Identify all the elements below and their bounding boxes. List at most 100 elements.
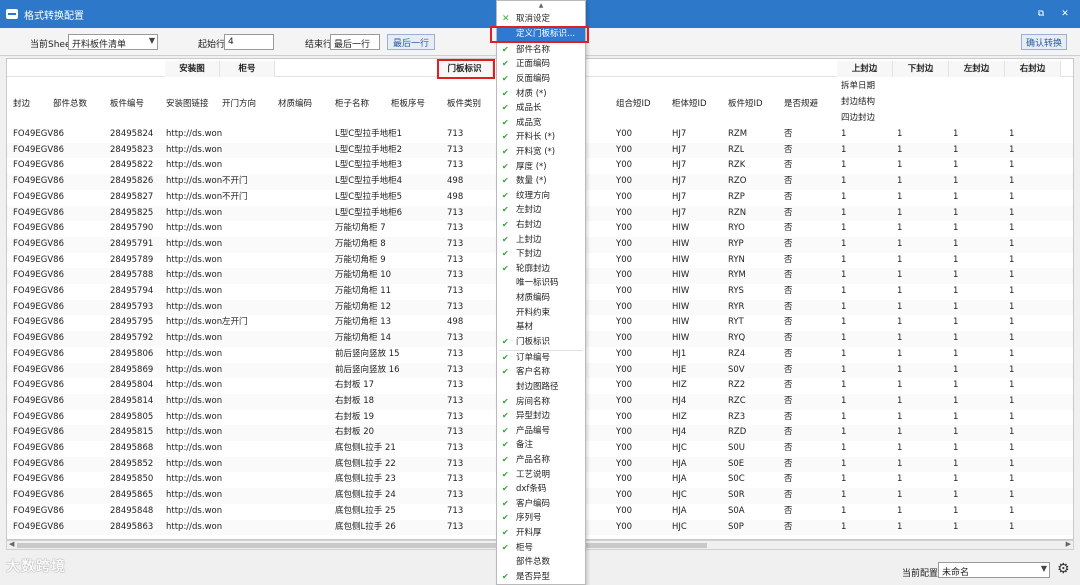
menu-item[interactable]: ✔ 开料长 (*) bbox=[497, 130, 585, 145]
cell-cabinet-id[interactable]: HJ7 bbox=[672, 158, 686, 174]
cell-edge[interactable]: FO49EGV86 bbox=[13, 331, 64, 347]
cell-avoid[interactable]: 否 bbox=[784, 221, 793, 237]
cell-avoid[interactable]: 否 bbox=[784, 315, 793, 331]
cell-bottom-edge[interactable]: 1 bbox=[897, 441, 902, 457]
menu-item[interactable]: 部件总数 bbox=[497, 555, 585, 570]
cell-avoid[interactable]: 否 bbox=[784, 331, 793, 347]
cell-left-edge[interactable]: 1 bbox=[953, 394, 958, 410]
cell-right-edge[interactable]: 1 bbox=[1009, 520, 1014, 536]
cell-top-edge[interactable]: 1 bbox=[841, 206, 846, 222]
cell-avoid[interactable]: 否 bbox=[784, 143, 793, 159]
cell-cabinet-name[interactable]: 万能切角柜 10 bbox=[335, 268, 391, 284]
cell-board-number[interactable]: 28495814 bbox=[110, 394, 153, 410]
cell-right-edge[interactable]: 1 bbox=[1009, 410, 1014, 426]
col-header-edge[interactable]: 封边 bbox=[13, 95, 30, 113]
cell-board-id[interactable]: RYT bbox=[728, 315, 744, 331]
cell-cabinet-id[interactable]: HJC bbox=[672, 441, 687, 457]
cell-cabinet-id[interactable]: HJ1 bbox=[672, 347, 686, 363]
cell-edge[interactable]: FO49EGV86 bbox=[13, 300, 64, 316]
cell-cabinet-name[interactable]: 底包侧L拉手 21 bbox=[335, 441, 396, 457]
cell-combo-id[interactable]: Y00 bbox=[616, 378, 632, 394]
cell-cabinet-name[interactable]: 前后竖向竖放 15 bbox=[335, 347, 400, 363]
cell-top-edge[interactable]: 1 bbox=[841, 237, 846, 253]
group-header-left-edge[interactable]: 左封边 bbox=[949, 61, 1005, 77]
cell-avoid[interactable]: 否 bbox=[784, 190, 793, 206]
cell-board-id[interactable]: S0R bbox=[728, 488, 745, 504]
cell-right-edge[interactable]: 1 bbox=[1009, 221, 1014, 237]
cell-left-edge[interactable]: 1 bbox=[953, 221, 958, 237]
cell-top-edge[interactable]: 1 bbox=[841, 143, 846, 159]
cell-bottom-edge[interactable]: 1 bbox=[897, 284, 902, 300]
cell-cabinet-id[interactable]: HIW bbox=[672, 221, 689, 237]
col-header-cabinet-name[interactable]: 柜子名称 bbox=[335, 95, 369, 113]
menu-item[interactable]: ✔ 上封边 bbox=[497, 233, 585, 248]
cell-right-edge[interactable]: 1 bbox=[1009, 378, 1014, 394]
cell-board-type[interactable]: 498 bbox=[447, 190, 463, 206]
cell-install-link[interactable]: http://ds.won bbox=[166, 472, 222, 488]
cell-avoid[interactable]: 否 bbox=[784, 425, 793, 441]
cell-cabinet-id[interactable]: HJC bbox=[672, 520, 687, 536]
cell-combo-id[interactable]: Y00 bbox=[616, 315, 632, 331]
cell-board-type[interactable]: 713 bbox=[447, 331, 463, 347]
cell-edge[interactable]: FO49EGV86 bbox=[13, 315, 64, 331]
cell-edge[interactable]: FO49EGV86 bbox=[13, 221, 64, 237]
cell-cabinet-id[interactable]: HJ7 bbox=[672, 127, 686, 143]
cell-board-number[interactable]: 28495850 bbox=[110, 472, 153, 488]
end-row-input[interactable]: 最后一行 bbox=[330, 34, 380, 50]
cell-board-number[interactable]: 28495804 bbox=[110, 378, 153, 394]
menu-scroll-up-icon[interactable]: ▲ bbox=[497, 1, 585, 11]
cell-board-type[interactable]: 713 bbox=[447, 441, 463, 457]
cell-board-id[interactable]: RZC bbox=[728, 394, 746, 410]
cell-top-edge[interactable]: 1 bbox=[841, 315, 846, 331]
cell-combo-id[interactable]: Y00 bbox=[616, 347, 632, 363]
scrollbar-thumb[interactable] bbox=[17, 543, 707, 548]
cell-right-edge[interactable]: 1 bbox=[1009, 457, 1014, 473]
cell-cabinet-name[interactable]: 右封板 18 bbox=[335, 394, 374, 410]
cell-left-edge[interactable]: 1 bbox=[953, 441, 958, 457]
cell-board-id[interactable]: RZL bbox=[728, 143, 744, 159]
cell-board-number[interactable]: 28495794 bbox=[110, 284, 153, 300]
menu-item[interactable]: ✔ 轮廓封边 bbox=[497, 262, 585, 277]
cell-install-link[interactable]: http://ds.won bbox=[166, 425, 222, 441]
cell-board-number[interactable]: 28495825 bbox=[110, 206, 153, 222]
cell-board-number[interactable]: 28495789 bbox=[110, 253, 153, 269]
cell-cabinet-id[interactable]: HIZ bbox=[672, 378, 687, 394]
cell-cabinet-name[interactable]: 底包侧L拉手 22 bbox=[335, 457, 396, 473]
confirm-convert-button[interactable]: 确认转换 bbox=[1021, 34, 1067, 50]
cell-install-link[interactable]: http://ds.won bbox=[166, 347, 222, 363]
cell-install-link[interactable]: http://ds.won bbox=[166, 221, 222, 237]
group-header-bottom-edge[interactable]: 下封边 bbox=[893, 61, 949, 77]
cell-board-number[interactable]: 28495790 bbox=[110, 221, 153, 237]
menu-item[interactable]: 材质编码 bbox=[497, 291, 585, 306]
menu-item[interactable]: 封边图路径 bbox=[497, 380, 585, 395]
cell-board-type[interactable]: 713 bbox=[447, 347, 463, 363]
cell-cabinet-id[interactable]: HJ7 bbox=[672, 206, 686, 222]
menu-item[interactable]: ✔ 是否异型 bbox=[497, 570, 585, 585]
cell-install-link[interactable]: http://ds.won bbox=[166, 190, 222, 206]
menu-item[interactable]: ✔ 序列号 bbox=[497, 511, 585, 526]
last-row-button[interactable]: 最后一行 bbox=[387, 34, 435, 50]
cell-combo-id[interactable]: Y00 bbox=[616, 174, 632, 190]
cell-avoid[interactable]: 否 bbox=[784, 268, 793, 284]
cell-bottom-edge[interactable]: 1 bbox=[897, 394, 902, 410]
cell-top-edge[interactable]: 1 bbox=[841, 253, 846, 269]
cell-combo-id[interactable]: Y00 bbox=[616, 190, 632, 206]
menu-item[interactable]: ✔ 下封边 bbox=[497, 247, 585, 262]
cell-edge[interactable]: FO49EGV86 bbox=[13, 394, 64, 410]
cell-board-number[interactable]: 28495822 bbox=[110, 158, 153, 174]
cell-edge[interactable]: FO49EGV86 bbox=[13, 268, 64, 284]
cell-board-id[interactable]: RZ2 bbox=[728, 378, 745, 394]
menu-item[interactable]: ✔ 左封边 bbox=[497, 203, 585, 218]
cell-top-edge[interactable]: 1 bbox=[841, 378, 846, 394]
cell-combo-id[interactable]: Y00 bbox=[616, 472, 632, 488]
cell-cabinet-id[interactable]: HJA bbox=[672, 472, 687, 488]
cell-edge[interactable]: FO49EGV86 bbox=[13, 190, 64, 206]
cell-board-number[interactable]: 28495815 bbox=[110, 425, 153, 441]
cell-board-id[interactable]: RYN bbox=[728, 253, 745, 269]
col-header-cabinet-id[interactable]: 柜体短ID bbox=[672, 95, 707, 113]
cell-cabinet-id[interactable]: HJC bbox=[672, 488, 687, 504]
cell-cabinet-name[interactable]: 万能切角柜 7 bbox=[335, 221, 386, 237]
cell-cabinet-id[interactable]: HIW bbox=[672, 331, 689, 347]
menu-item[interactable]: ✔ 右封边 bbox=[497, 218, 585, 233]
cell-right-edge[interactable]: 1 bbox=[1009, 441, 1014, 457]
